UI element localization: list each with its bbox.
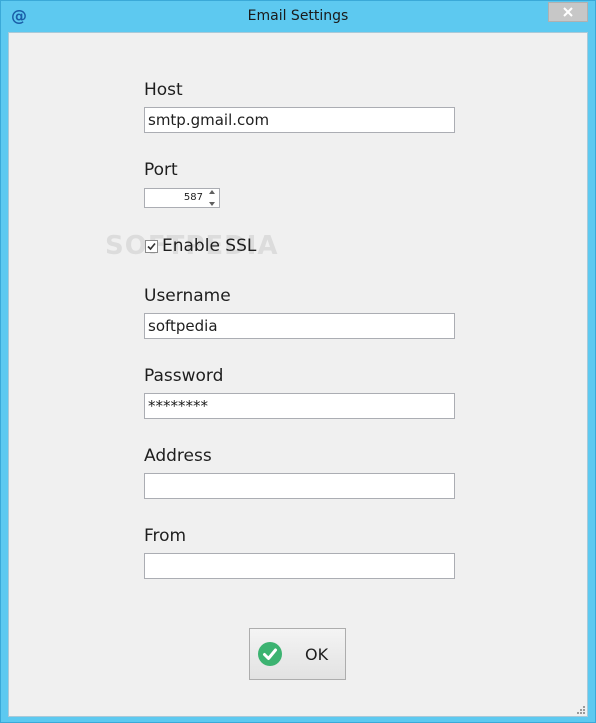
spin-down-icon[interactable] [209,202,215,206]
enable-ssl-checkbox[interactable] [145,239,158,253]
port-value: 587 [183,192,203,203]
ok-button[interactable]: OK [249,628,346,680]
port-spinner-arrows[interactable] [207,190,217,206]
resize-grip-icon[interactable] [576,705,586,715]
from-label: From [144,526,187,546]
address-input[interactable] [144,473,455,499]
address-label: Address [144,446,212,466]
enable-ssl-row[interactable]: Enable SSL [145,236,256,256]
port-spinner[interactable]: 587 [144,188,220,208]
password-label: Password [144,366,224,386]
spin-up-icon[interactable] [209,190,215,194]
title-bar[interactable]: @ Email Settings [1,1,595,32]
host-input[interactable]: smtp.gmail.com [144,107,455,133]
username-label: Username [144,286,231,306]
enable-ssl-label: Enable SSL [162,236,257,256]
ok-label: OK [305,644,329,664]
host-label: Host [144,80,183,100]
close-button[interactable] [548,2,588,22]
settings-panel: SOFTPEDIA Host smtp.gmail.com Port 587 E… [8,32,588,717]
close-icon [563,7,573,17]
email-settings-window: @ Email Settings SOFTPEDIA Host smtp.gma… [0,0,596,723]
from-input[interactable] [144,553,455,579]
window-title: Email Settings [247,8,349,24]
port-label: Port [144,160,178,180]
password-input[interactable]: ******** [144,393,455,419]
username-input[interactable]: softpedia [144,313,455,339]
check-circle-icon [258,642,282,666]
checkmark-icon [147,242,156,250]
